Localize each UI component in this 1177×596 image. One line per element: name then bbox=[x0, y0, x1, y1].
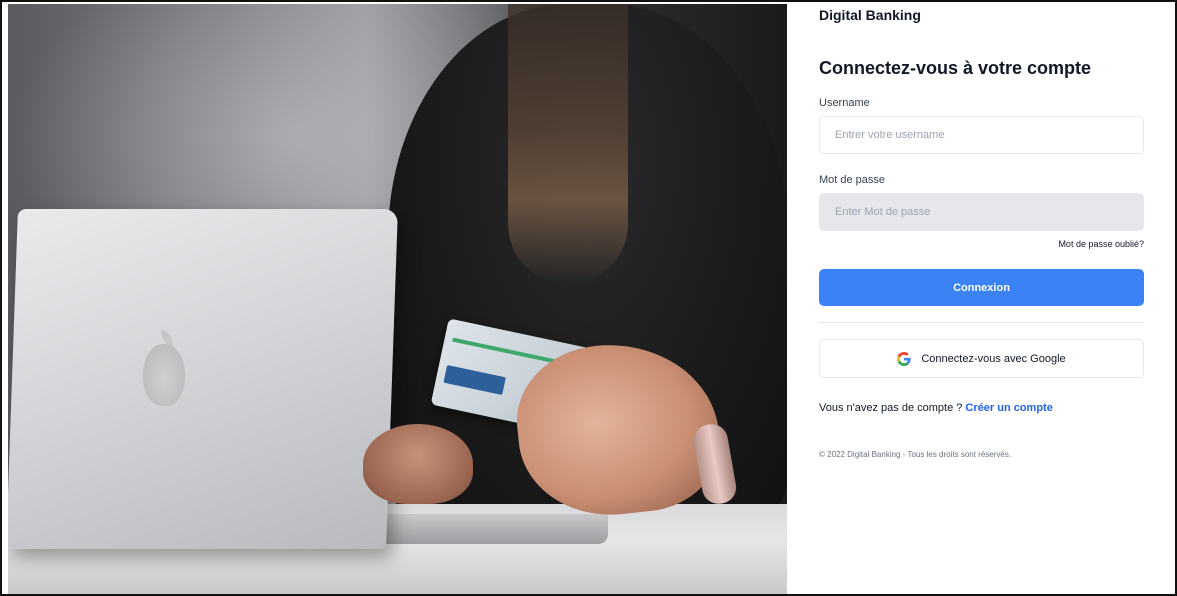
footer-copyright: © 2022 Digital Banking - Tous les droits… bbox=[819, 450, 1012, 459]
username-label: Username bbox=[819, 97, 870, 109]
brand-name: Digital Banking bbox=[819, 7, 921, 23]
photo-laptop bbox=[8, 209, 398, 549]
photo-apple-logo bbox=[143, 330, 185, 406]
photo-left-hand bbox=[363, 424, 473, 504]
hero-photo bbox=[8, 4, 787, 594]
username-input[interactable] bbox=[819, 116, 1144, 154]
card-logo-block bbox=[443, 364, 506, 396]
divider bbox=[819, 322, 1144, 323]
signup-prompt-text: Vous n'avez pas de compte ? bbox=[819, 402, 966, 414]
page-frame: Digital Banking Connectez-vous à votre c… bbox=[0, 0, 1177, 596]
login-button[interactable]: Connexion bbox=[819, 269, 1144, 306]
create-account-link[interactable]: Créer un compte bbox=[965, 402, 1052, 414]
password-label: Mot de passe bbox=[819, 174, 886, 186]
page-title: Connectez-vous à votre compte bbox=[819, 58, 1092, 78]
password-input[interactable] bbox=[819, 193, 1144, 231]
google-login-label: Connectez-vous avec Google bbox=[921, 352, 1066, 365]
forgot-password-link[interactable]: Mot de passe oublié? bbox=[1058, 239, 1144, 249]
login-panel: Digital Banking Connectez-vous à votre c… bbox=[787, 2, 1175, 594]
google-g-icon bbox=[897, 351, 912, 366]
google-login-button[interactable]: Connectez-vous avec Google bbox=[819, 339, 1144, 378]
photo-hair bbox=[508, 4, 628, 284]
signup-prompt: Vous n'avez pas de compte ? Créer un com… bbox=[819, 402, 1053, 414]
